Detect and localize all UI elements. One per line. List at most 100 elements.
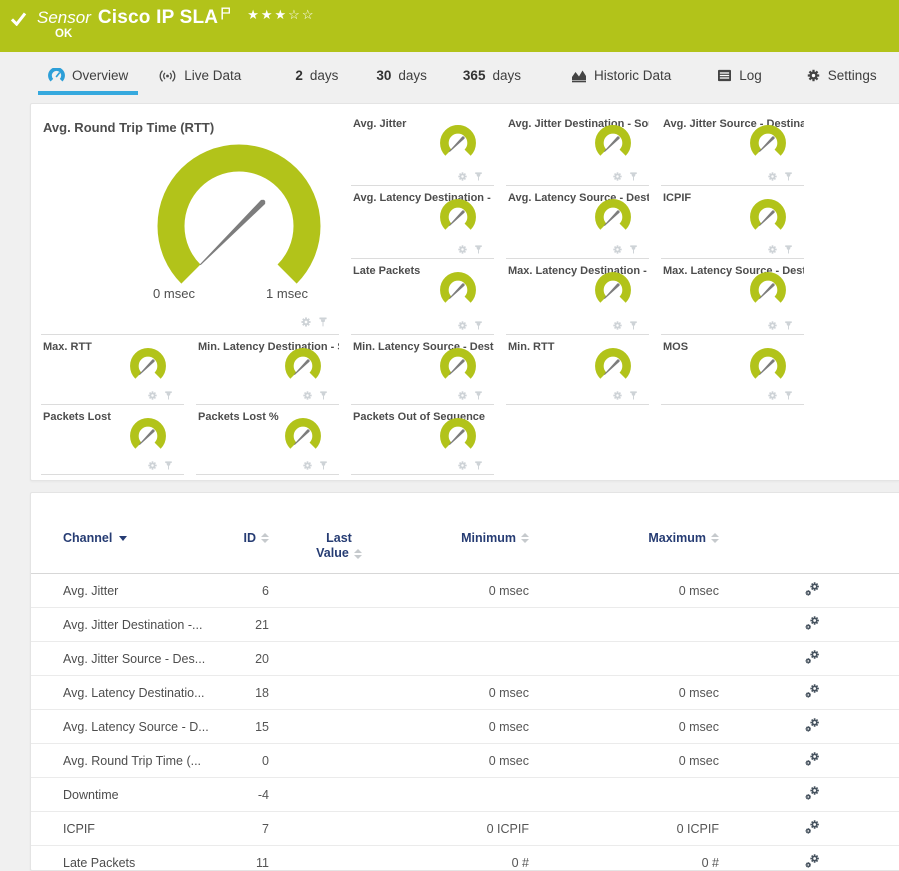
pin-icon[interactable] bbox=[783, 390, 794, 401]
tab-settings[interactable]: Settings bbox=[804, 67, 879, 95]
pin-icon[interactable] bbox=[318, 460, 329, 471]
tab-log[interactable]: Log bbox=[715, 67, 764, 95]
pin-icon[interactable] bbox=[628, 390, 639, 401]
gear-icon[interactable] bbox=[457, 390, 468, 401]
edit-channel-button[interactable] bbox=[804, 785, 821, 802]
channel-name[interactable]: ICPIF bbox=[63, 822, 233, 836]
star-filled-icon[interactable]: ★ bbox=[247, 7, 261, 22]
gear-icon[interactable] bbox=[612, 320, 623, 331]
gear-icon[interactable] bbox=[302, 390, 313, 401]
edit-channel-button[interactable] bbox=[804, 853, 821, 870]
pin-icon[interactable] bbox=[473, 320, 484, 331]
pin-icon[interactable] bbox=[783, 244, 794, 255]
gear-icon[interactable] bbox=[612, 390, 623, 401]
gear-icon[interactable] bbox=[457, 244, 468, 255]
gauge-tile-avg-latency-destination-so[interactable]: Avg. Latency Destination - So... bbox=[351, 186, 494, 259]
gauge-tile-min-latency-destination-so[interactable]: Min. Latency Destination - So... bbox=[196, 335, 339, 405]
column-header-channel[interactable]: Channel bbox=[63, 531, 233, 545]
gauge-tile-avg-jitter-source-destination[interactable]: Avg. Jitter Source - Destination bbox=[661, 112, 804, 186]
edit-channel-button[interactable] bbox=[804, 819, 821, 836]
gauge-tile-late-packets[interactable]: Late Packets bbox=[351, 259, 494, 335]
gauge-tile-min-latency-source-destina[interactable]: Min. Latency Source - Destina... bbox=[351, 335, 494, 405]
channel-name[interactable]: Downtime bbox=[63, 788, 233, 802]
pin-icon[interactable] bbox=[163, 460, 174, 471]
gear-icon[interactable] bbox=[767, 320, 778, 331]
pin-icon[interactable] bbox=[628, 244, 639, 255]
gauge-tile-max-latency-source-destin[interactable]: Max. Latency Source - Destin... bbox=[661, 259, 804, 335]
pin-icon[interactable] bbox=[318, 390, 329, 401]
tab-2-days[interactable]: 2days bbox=[293, 67, 340, 95]
gear-icon[interactable] bbox=[302, 460, 313, 471]
pin-icon[interactable] bbox=[317, 316, 329, 328]
channel-row-avg-jitter-source-des[interactable]: Avg. Jitter Source - Des... 20 bbox=[31, 642, 899, 676]
gear-icon[interactable] bbox=[612, 171, 623, 182]
edit-channel-button[interactable] bbox=[804, 649, 821, 666]
channel-name[interactable]: Avg. Latency Destinatio... bbox=[63, 686, 233, 700]
pin-icon[interactable] bbox=[473, 244, 484, 255]
column-header-minimum[interactable]: Minimum bbox=[409, 531, 529, 545]
gear-icon[interactable] bbox=[147, 390, 158, 401]
tab-overview[interactable]: Overview bbox=[46, 67, 130, 95]
channel-row-avg-latency-destinatio[interactable]: Avg. Latency Destinatio... 18 0 msec 0 m… bbox=[31, 676, 899, 710]
column-header-maximum[interactable]: Maximum bbox=[529, 531, 719, 545]
pin-icon[interactable] bbox=[473, 390, 484, 401]
channel-name[interactable]: Avg. Jitter Source - Des... bbox=[63, 652, 233, 666]
channel-name[interactable]: Avg. Jitter Destination -... bbox=[63, 618, 233, 632]
gear-icon[interactable] bbox=[767, 171, 778, 182]
star-filled-icon[interactable]: ★ bbox=[261, 7, 275, 22]
star-empty-icon[interactable]: ☆ bbox=[302, 7, 316, 22]
gear-icon[interactable] bbox=[457, 320, 468, 331]
gauge-tile-min-rtt[interactable]: Min. RTT bbox=[506, 335, 649, 405]
channel-name[interactable]: Avg. Round Trip Time (... bbox=[63, 754, 233, 768]
gauge-tile-max-rtt[interactable]: Max. RTT bbox=[41, 335, 184, 405]
channel-name[interactable]: Avg. Latency Source - D... bbox=[63, 720, 233, 734]
channel-name[interactable]: Late Packets bbox=[63, 856, 233, 870]
pin-icon[interactable] bbox=[783, 320, 794, 331]
edit-channel-button[interactable] bbox=[804, 615, 821, 632]
gear-icon[interactable] bbox=[457, 171, 468, 182]
gauge-tile-icpif[interactable]: ICPIF bbox=[661, 186, 804, 259]
tab-historic-data[interactable]: Historic Data bbox=[569, 67, 673, 95]
channel-row-avg-jitter[interactable]: Avg. Jitter 6 0 msec 0 msec bbox=[31, 574, 899, 608]
edit-channel-button[interactable] bbox=[804, 683, 821, 700]
gear-icon[interactable] bbox=[457, 460, 468, 471]
gauge-tile-avg-latency-source-destin[interactable]: Avg. Latency Source - Destin... bbox=[506, 186, 649, 259]
channel-row-late-packets[interactable]: Late Packets 11 0 # 0 # bbox=[31, 846, 899, 871]
channel-row-avg-jitter-destination[interactable]: Avg. Jitter Destination -... 21 bbox=[31, 608, 899, 642]
pin-icon[interactable] bbox=[473, 171, 484, 182]
tab-live-data[interactable]: Live Data bbox=[156, 67, 243, 95]
channel-row-icpif[interactable]: ICPIF 7 0 ICPIF 0 ICPIF bbox=[31, 812, 899, 846]
channel-row-downtime[interactable]: Downtime -4 bbox=[31, 778, 899, 812]
gear-icon[interactable] bbox=[767, 390, 778, 401]
star-filled-icon[interactable]: ★ bbox=[275, 7, 289, 22]
pin-icon[interactable] bbox=[628, 320, 639, 331]
star-rating[interactable]: ★★★☆☆ bbox=[247, 7, 315, 23]
gauge-tile-featured[interactable]: Avg. Round Trip Time (RTT) 0 msec 1 msec bbox=[41, 112, 339, 335]
edit-channel-button[interactable] bbox=[804, 751, 821, 768]
gauge-tile-packets-lost[interactable]: Packets Lost % bbox=[196, 405, 339, 475]
channel-row-avg-latency-source-d[interactable]: Avg. Latency Source - D... 15 0 msec 0 m… bbox=[31, 710, 899, 744]
channel-row-avg-round-trip-time[interactable]: Avg. Round Trip Time (... 0 0 msec 0 mse… bbox=[31, 744, 899, 778]
tab-365-days[interactable]: 365days bbox=[461, 67, 523, 95]
gear-icon[interactable] bbox=[767, 244, 778, 255]
gauge-tile-avg-jitter-destination-source[interactable]: Avg. Jitter Destination - Source bbox=[506, 112, 649, 186]
gauge-tile-max-latency-destination-so[interactable]: Max. Latency Destination - So... bbox=[506, 259, 649, 335]
gear-icon[interactable] bbox=[300, 316, 312, 328]
gauge-tile-packets-out-of-sequence[interactable]: Packets Out of Sequence bbox=[351, 405, 494, 475]
gauge-tile-mos[interactable]: MOS bbox=[661, 335, 804, 405]
column-header-last-value[interactable]: Last Value bbox=[269, 531, 409, 561]
edit-channel-button[interactable] bbox=[804, 581, 821, 598]
flag-icon[interactable] bbox=[221, 7, 231, 20]
tab-30-days[interactable]: 30days bbox=[374, 67, 429, 95]
gear-icon[interactable] bbox=[147, 460, 158, 471]
channel-name[interactable]: Avg. Jitter bbox=[63, 584, 233, 598]
gauge-tile-packets-lost[interactable]: Packets Lost bbox=[41, 405, 184, 475]
gear-icon[interactable] bbox=[612, 244, 623, 255]
star-empty-icon[interactable]: ☆ bbox=[288, 7, 302, 22]
edit-channel-button[interactable] bbox=[804, 717, 821, 734]
pin-icon[interactable] bbox=[628, 171, 639, 182]
column-header-id[interactable]: ID bbox=[233, 531, 269, 545]
gauge-tile-avg-jitter[interactable]: Avg. Jitter bbox=[351, 112, 494, 186]
pin-icon[interactable] bbox=[473, 460, 484, 471]
pin-icon[interactable] bbox=[783, 171, 794, 182]
